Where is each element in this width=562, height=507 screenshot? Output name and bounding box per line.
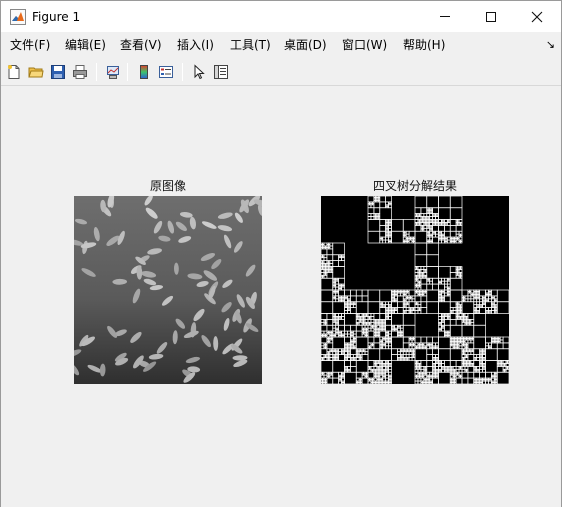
minimize-icon [440,16,450,17]
save-icon [51,65,65,79]
link-plot-button[interactable] [103,62,123,82]
menu-window[interactable]: 窗口(W) [342,37,387,53]
title-bar[interactable]: Figure 1 [1,1,561,32]
figure-window: Figure 1 文件(F) 编辑(E) 查看(V) 插入(I) 工具(T) 桌… [0,0,562,507]
toolbar-separator [182,63,183,81]
menu-desktop[interactable]: 桌面(D) [284,37,327,53]
toolbar-separator [127,63,128,81]
close-icon [531,11,543,22]
print-button[interactable] [70,62,90,82]
maximize-icon [486,11,496,22]
new-figure-button[interactable] [4,62,24,82]
minimize-button[interactable] [422,1,468,32]
save-button[interactable] [48,62,68,82]
new-figure-icon [8,65,20,79]
menu-bar: 文件(F) 编辑(E) 查看(V) 插入(I) 工具(T) 桌面(D) 窗口(W… [1,32,561,58]
menu-help[interactable]: 帮助(H) [403,37,445,53]
open-file-button[interactable] [26,62,46,82]
matlab-figure-icon [10,9,26,25]
property-inspector-icon [214,65,228,79]
dock-arrow-icon[interactable]: ↘ [546,38,555,51]
figure-canvas[interactable]: 原图像 四叉树分解结果 [1,87,561,507]
edit-plot-button[interactable] [189,62,209,82]
quadtree-decomposition-image [320,195,510,385]
property-inspector-button[interactable] [211,62,231,82]
window-title: Figure 1 [32,10,81,24]
print-icon [73,65,87,79]
menu-insert[interactable]: 插入(I) [177,37,214,53]
open-file-icon [28,67,44,78]
close-button[interactable] [514,1,560,32]
insert-legend-button[interactable] [156,62,176,82]
insert-legend-icon [159,66,173,78]
original-image[interactable] [67,193,269,384]
insert-colorbar-icon [140,65,148,79]
toolbar [1,58,561,86]
menu-edit[interactable]: 编辑(E) [65,37,106,53]
rice-grains-image [67,193,269,384]
toolbar-separator [96,63,97,81]
menu-view[interactable]: 查看(V) [120,37,162,53]
menu-file[interactable]: 文件(F) [10,37,50,53]
quadtree-image[interactable] [320,195,510,385]
link-plot-icon [107,66,119,79]
menu-tools[interactable]: 工具(T) [230,37,271,53]
left-axes-title: 原图像 [149,179,186,193]
right-axes-title: 四叉树分解结果 [372,179,457,193]
edit-plot-icon [194,64,205,80]
maximize-button[interactable] [468,1,514,32]
insert-colorbar-button[interactable] [134,62,154,82]
